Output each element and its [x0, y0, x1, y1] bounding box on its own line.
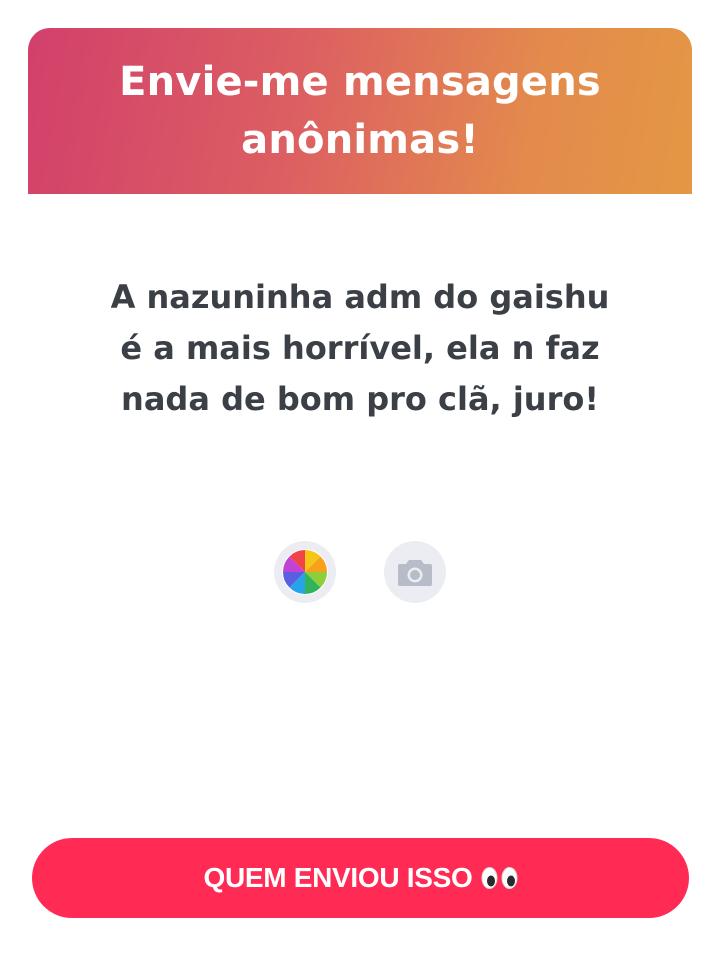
color-picker-button[interactable] — [274, 541, 336, 603]
message-line1: A nazuninha adm do gaishu — [110, 278, 610, 316]
who-sent-this-button[interactable]: QUEM ENVIOU ISSO — [32, 838, 689, 918]
color-wheel-icon — [282, 549, 328, 595]
header-banner: Envie-me mensagens anônimas! — [28, 28, 692, 194]
page: Envie-me mensagens anônimas! A nazuninha… — [0, 0, 715, 968]
eyes-emoji-icon — [481, 866, 518, 890]
cta-label: QUEM ENVIOU ISSO — [203, 862, 473, 893]
message-line2: é a mais horrível, ela n faz — [120, 329, 600, 367]
camera-button[interactable] — [384, 541, 446, 603]
camera-icon — [398, 560, 432, 586]
message-line3: nada de bom pro clã, juro! — [121, 380, 599, 418]
header-title-line1: Envie-me mensagens — [119, 59, 601, 105]
header-title-line2: anônimas! — [241, 117, 479, 163]
message-text: A nazuninha adm do gaishu é a mais horrí… — [80, 272, 640, 425]
header-title: Envie-me mensagens anônimas! — [119, 53, 601, 169]
